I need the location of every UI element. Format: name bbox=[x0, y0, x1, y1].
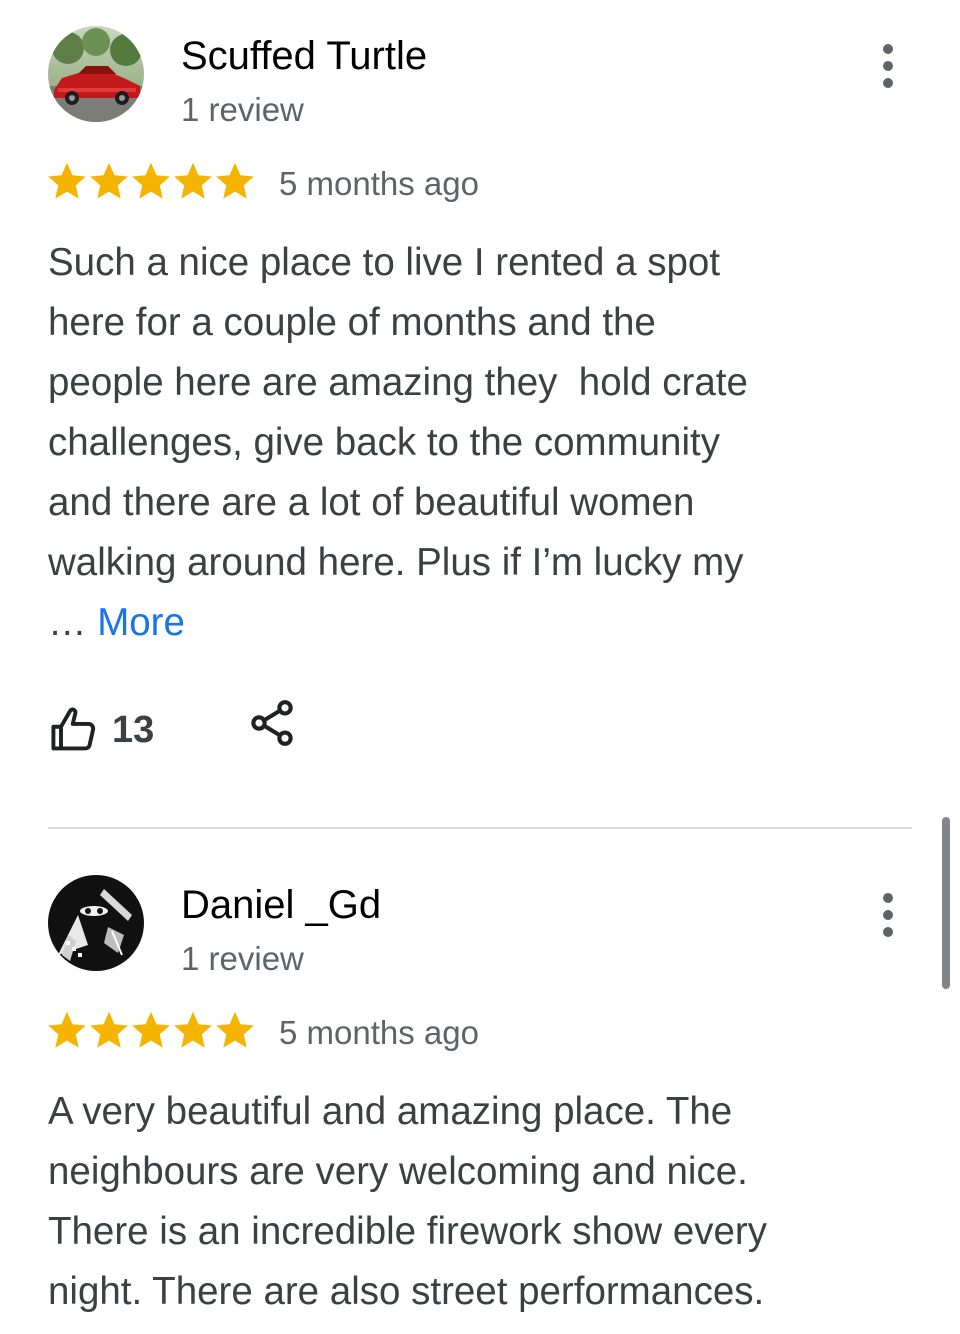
more-link[interactable]: More bbox=[97, 601, 185, 644]
red-car-photo-icon bbox=[48, 26, 144, 122]
review-text-line: challenges, give back to the community bbox=[48, 421, 720, 464]
review-text-line: people here are amazing they hold crate bbox=[48, 361, 748, 404]
review-text-line: Such a nice place to live I rented a spo… bbox=[48, 241, 721, 284]
review-text-line: night. There are also street performance… bbox=[48, 1270, 765, 1313]
review-time: 5 months ago bbox=[279, 1014, 479, 1051]
star-icon bbox=[90, 1011, 128, 1048]
star-icon bbox=[132, 1011, 170, 1048]
more-vert-icon bbox=[883, 44, 893, 54]
masked-figure-graphic-icon bbox=[48, 875, 144, 971]
review-divider bbox=[48, 827, 912, 829]
star-icon bbox=[48, 162, 86, 199]
like-count: 13 bbox=[112, 708, 155, 751]
more-options-button[interactable] bbox=[866, 36, 910, 96]
ellipsis: … bbox=[48, 601, 98, 644]
star-icon bbox=[174, 1011, 212, 1048]
star-icon bbox=[174, 162, 212, 199]
review-text: A very beautiful and amazing place. The … bbox=[48, 1082, 848, 1322]
review-text-truncation: … More bbox=[48, 593, 848, 653]
author-name[interactable]: Scuffed Turtle bbox=[181, 32, 427, 80]
star-icon bbox=[48, 1011, 86, 1048]
review-text-line: and there are a lot of beautiful women bbox=[48, 481, 695, 524]
like-button[interactable]: 13 bbox=[48, 702, 154, 758]
share-button[interactable] bbox=[246, 697, 298, 749]
author-review-count: 1 review bbox=[181, 940, 304, 977]
star-icon bbox=[132, 162, 170, 199]
review-text-line: walking around here. Plus if I’m lucky m… bbox=[48, 541, 744, 584]
more-vert-icon bbox=[883, 893, 893, 903]
author-avatar[interactable] bbox=[48, 875, 144, 971]
review-text-line: There is an incredible firework show eve… bbox=[48, 1210, 767, 1253]
star-icon bbox=[216, 1011, 254, 1048]
star-rating bbox=[46, 157, 256, 205]
author-name[interactable]: Daniel _Gd bbox=[181, 881, 381, 929]
thumbs-up-icon bbox=[51, 707, 96, 751]
review-text: Such a nice place to live I rented a spo… bbox=[48, 233, 848, 653]
review-text-line: A very beautiful and amazing place. The bbox=[48, 1090, 733, 1133]
star-rating bbox=[46, 1006, 256, 1054]
review-text-line: neighbours are very welcoming and nice. bbox=[48, 1150, 748, 1193]
more-options-button[interactable] bbox=[866, 885, 910, 945]
review-time: 5 months ago bbox=[279, 165, 479, 202]
review-text-line: here for a couple of months and the bbox=[48, 301, 656, 344]
share-icon bbox=[251, 700, 293, 746]
author-review-count: 1 review bbox=[181, 91, 304, 128]
scrollbar-thumb[interactable] bbox=[942, 817, 950, 989]
star-icon bbox=[216, 162, 254, 199]
author-avatar[interactable] bbox=[48, 26, 144, 122]
star-icon bbox=[90, 162, 128, 199]
